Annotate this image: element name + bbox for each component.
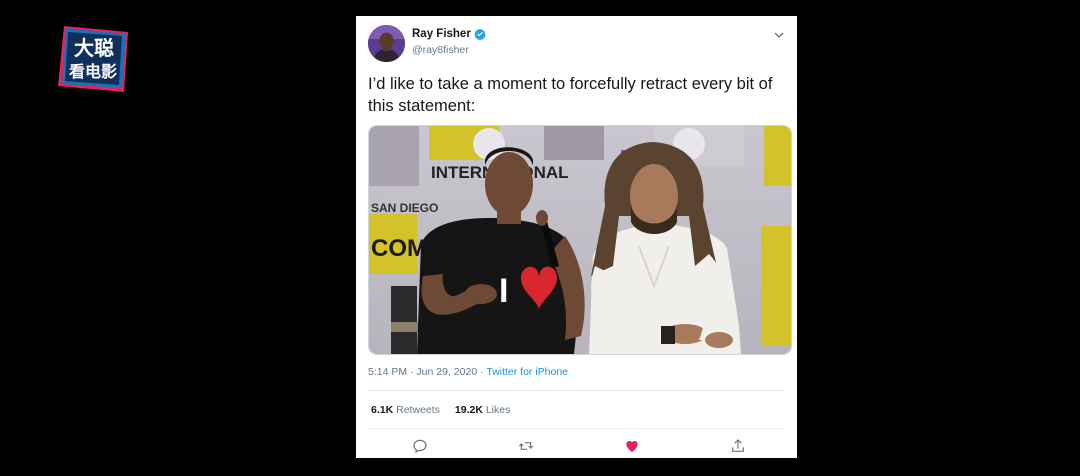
retweets-stat[interactable]: 6.1K Retweets [371, 404, 440, 416]
likes-label: Likes [485, 404, 511, 416]
logo-text-line2: 看电影 [68, 62, 117, 81]
tweet-card: Ray Fisher @ray8fisher I’d like to take … [356, 16, 797, 458]
divider [368, 428, 785, 429]
avatar[interactable] [368, 25, 405, 62]
author-display-name[interactable]: Ray Fisher [412, 28, 471, 40]
shirt-graphic-text: I [499, 272, 508, 310]
reply-icon[interactable] [412, 438, 428, 454]
tweet-source-link[interactable]: Twitter for iPhone [486, 366, 568, 378]
meta-separator: · [477, 366, 487, 378]
chevron-down-icon[interactable] [773, 29, 785, 41]
tweet-header: Ray Fisher @ray8fisher [368, 25, 785, 65]
verified-badge-icon [474, 28, 486, 40]
tweet-media-image[interactable]: INTERNATIONAL SAN DIEGO COMIC CON [368, 125, 792, 355]
screen: 大聪 看电影 Ray Fisher @ray8fisher I’d like t… [0, 0, 1080, 476]
likes-stat[interactable]: 19.2K Likes [455, 404, 510, 416]
tweet-text: I’d like to take a moment to forcefully … [368, 75, 773, 115]
retweet-icon[interactable] [518, 438, 534, 454]
author-name-row: Ray Fisher [412, 28, 486, 40]
channel-logo-watermark: 大聪 看电影 [58, 26, 128, 92]
share-icon[interactable] [730, 438, 746, 454]
retweets-label: Retweets [396, 404, 440, 416]
retweets-count: 6.1K [371, 404, 394, 416]
divider [368, 390, 785, 391]
tweet-actions [368, 438, 785, 456]
tweet-meta: 5:14 PM · Jun 29, 2020 · Twitter for iPh… [368, 366, 568, 378]
backdrop-text-san-diego: SAN DIEGO [371, 201, 438, 215]
logo-text-line1: 大聪 [74, 36, 114, 60]
tweet-timestamp[interactable]: 5:14 PM · Jun 29, 2020 [368, 366, 477, 378]
likes-count: 19.2K [454, 404, 483, 416]
tweet-stats: 6.1K Retweets 19.2K Likes [371, 404, 510, 416]
heart-icon[interactable] [624, 438, 640, 454]
author-handle[interactable]: @ray8fisher [412, 44, 469, 56]
